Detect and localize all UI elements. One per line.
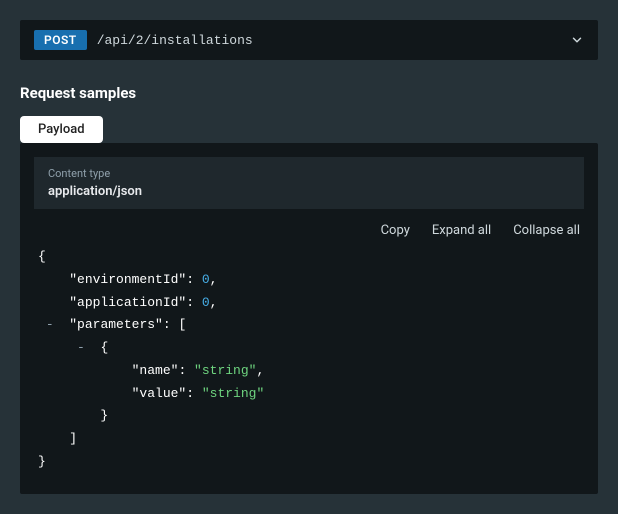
code-actions: Copy Expand all Collapse all: [34, 223, 584, 238]
content-type-value: application/json: [48, 184, 570, 199]
brace-close: }: [100, 408, 108, 423]
json-key: "environmentId": [69, 272, 186, 287]
content-type-box[interactable]: Content type application/json: [34, 157, 584, 209]
copy-button[interactable]: Copy: [381, 223, 410, 238]
collapse-all-button[interactable]: Collapse all: [513, 223, 580, 238]
code-panel: Content type application/json Copy Expan…: [20, 143, 598, 494]
json-string: "string": [202, 386, 264, 401]
brace-open: {: [100, 340, 108, 355]
comma: ,: [210, 272, 218, 287]
expand-all-button[interactable]: Expand all: [432, 223, 491, 238]
collapse-toggle-icon[interactable]: -: [46, 317, 54, 332]
http-method-badge: POST: [34, 30, 87, 50]
colon: :: [186, 386, 202, 401]
colon: :: [178, 363, 194, 378]
json-key: "value": [132, 386, 187, 401]
json-key: "applicationId": [69, 295, 186, 310]
colon: :: [186, 295, 202, 310]
tab-payload[interactable]: Payload: [20, 116, 103, 143]
endpoint-path: /api/2/installations: [97, 33, 560, 48]
colon: :: [186, 272, 202, 287]
json-string: "string": [194, 363, 256, 378]
comma: ,: [256, 363, 264, 378]
bracket-close: ]: [69, 431, 77, 446]
bracket-open: [: [178, 317, 186, 332]
json-number: 0: [202, 295, 210, 310]
brace-open: {: [38, 249, 46, 264]
json-code-block: { "environmentId": 0, "applicationId": 0…: [34, 246, 584, 480]
collapse-toggle-icon[interactable]: -: [77, 340, 85, 355]
content-type-label: Content type: [48, 167, 570, 180]
request-samples-heading: Request samples: [20, 84, 598, 102]
json-key: "name": [132, 363, 179, 378]
endpoint-bar[interactable]: POST /api/2/installations: [20, 20, 598, 60]
colon: :: [163, 317, 179, 332]
chevron-down-icon[interactable]: [570, 33, 584, 47]
json-number: 0: [202, 272, 210, 287]
brace-close: }: [38, 454, 46, 469]
comma: ,: [210, 295, 218, 310]
json-key: "parameters": [69, 317, 163, 332]
